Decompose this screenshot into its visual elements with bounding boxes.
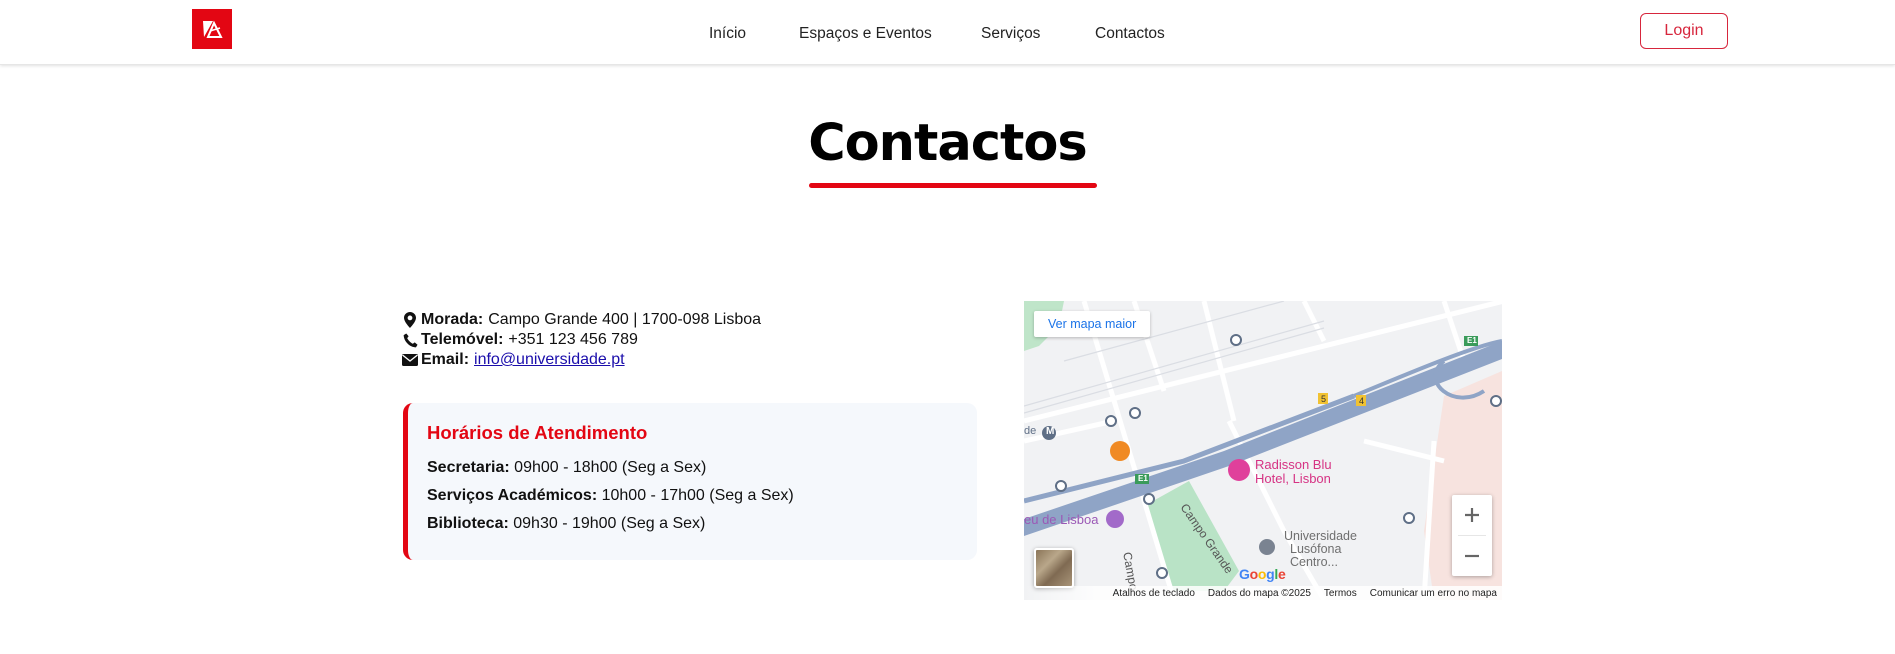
map-label-e1: E1: [1467, 336, 1477, 345]
hours-value: 10h00 - 17h00 (Seg a Sex): [601, 487, 794, 504]
hours-row-servicos-academicos: Serviços Académicos: 10h00 - 17h00 (Seg …: [427, 482, 977, 510]
hours-value: 09h30 - 19h00 (Seg a Sex): [513, 515, 706, 532]
main-nav: Início Espaços e Eventos Serviços Contac…: [0, 25, 1895, 45]
contact-info: Morada: Campo Grande 400 | 1700-098 Lisb…: [402, 310, 761, 370]
hotel-icon[interactable]: [1228, 459, 1250, 481]
map-data-credit: Dados do mapa ©2025: [1207, 587, 1311, 599]
university-icon[interactable]: [1259, 539, 1275, 555]
hours-label: Secretaria:: [427, 459, 510, 476]
terms-link[interactable]: Termos: [1324, 588, 1357, 599]
map-label-metro: M: [1046, 426, 1055, 437]
email-link[interactable]: info@universidade.pt: [474, 350, 625, 370]
map-marker-icon: [402, 312, 418, 328]
map-canvas[interactable]: [1024, 301, 1502, 600]
map-label-university: Universidade Lusófona Centro...: [1284, 530, 1357, 569]
university-name-line: Universidade: [1284, 529, 1357, 543]
phone-label: Telemóvel:: [421, 331, 504, 348]
login-button[interactable]: Login: [1640, 13, 1728, 49]
hotel-name-line: Radisson Blu: [1255, 457, 1332, 472]
zoom-in-button[interactable]: [1452, 495, 1492, 535]
university-name-line: Lusófona: [1290, 542, 1342, 556]
map-label-exit-4: 4: [1359, 396, 1365, 406]
envelope-icon: [402, 352, 418, 368]
address-label: Morada:: [421, 311, 484, 328]
phone-value: +351 123 456 789: [508, 331, 638, 348]
map-label-e1: E1: [1138, 474, 1148, 483]
map-label-museum: eu de Lisboa: [1024, 512, 1099, 527]
map-attribution: Atalhos de teclado Dados do mapa ©2025 T…: [1024, 586, 1502, 600]
email-row: Email: info@universidade.pt: [402, 350, 761, 370]
hours-label: Serviços Académicos:: [427, 487, 598, 504]
map-label-hotel: Radisson Blu Hotel, Lisbon: [1255, 458, 1332, 486]
restaurant-icon[interactable]: [1110, 441, 1130, 461]
address-row: Morada: Campo Grande 400 | 1700-098 Lisb…: [402, 310, 761, 330]
phone-icon: [402, 332, 418, 348]
hours-row-secretaria: Secretaria: 09h00 - 18h00 (Seg a Sex): [427, 454, 977, 482]
nav-link-espacos-eventos[interactable]: Espaços e Eventos: [799, 25, 932, 43]
hours-card: Horários de Atendimento Secretaria: 09h0…: [403, 403, 977, 560]
phone-row: Telemóvel: +351 123 456 789: [402, 330, 761, 350]
plus-icon: [1465, 508, 1479, 522]
nav-link-inicio[interactable]: Início: [709, 25, 746, 43]
address-value: Campo Grande 400 | 1700-098 Lisboa: [488, 311, 762, 328]
zoom-controls: [1452, 495, 1492, 576]
map-label-metro-prefix: de: [1024, 425, 1037, 437]
nav-link-contactos[interactable]: Contactos: [1095, 25, 1165, 43]
hours-value: 09h00 - 18h00 (Seg a Sex): [514, 459, 707, 476]
email-label: Email:: [421, 351, 470, 368]
embedded-map[interactable]: de M E1 E1 5 4 Radisson Blu Hotel, Lisbo…: [1024, 301, 1502, 600]
keyboard-shortcuts-link[interactable]: Atalhos de teclado: [1113, 588, 1195, 599]
hours-row-biblioteca: Biblioteca: 09h30 - 19h00 (Seg a Sex): [427, 510, 977, 538]
zoom-out-button[interactable]: [1452, 536, 1492, 576]
university-name-line: Centro...: [1290, 555, 1338, 569]
minus-icon: [1465, 554, 1479, 558]
report-error-link[interactable]: Comunicar um erro no mapa: [1370, 588, 1497, 599]
google-logo: Google: [1239, 566, 1286, 582]
navbar: Início Espaços e Eventos Serviços Contac…: [0, 0, 1895, 65]
nav-link-servicos[interactable]: Serviços: [981, 25, 1040, 43]
title-underline: [809, 183, 1097, 188]
hotel-name-line: Hotel, Lisbon: [1255, 471, 1331, 486]
view-larger-map-link[interactable]: Ver mapa maior: [1034, 311, 1151, 337]
map-label-exit-5: 5: [1321, 394, 1327, 404]
satellite-toggle[interactable]: [1034, 548, 1074, 588]
page-title: Contactos: [808, 114, 1088, 173]
museum-icon[interactable]: [1106, 510, 1124, 528]
hours-label: Biblioteca:: [427, 515, 509, 532]
hours-title: Horários de Atendimento: [427, 422, 648, 443]
